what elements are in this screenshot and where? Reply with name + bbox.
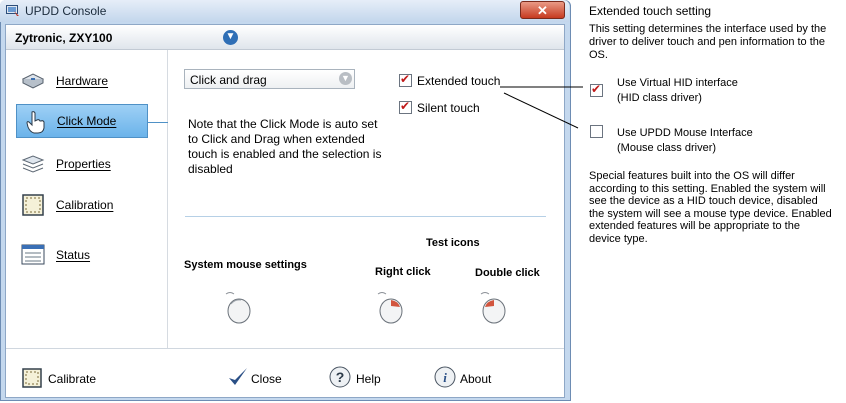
test-icons-heading: Test icons [426, 237, 480, 249]
extended-touch-checkbox[interactable] [399, 72, 412, 87]
sidebar-item-label: Status [56, 248, 91, 262]
hardware-icon [21, 73, 45, 89]
sidebar-item-label: Calibration [56, 198, 114, 212]
virtual-hid-label-line2: (HID class driver) [617, 92, 702, 104]
right-click-label: Right click [375, 266, 431, 278]
status-icon [21, 244, 45, 265]
system-mouse-icon[interactable] [222, 290, 252, 324]
window-title: UPDD Console [25, 4, 107, 18]
right-click-mouse-icon[interactable] [374, 290, 404, 324]
info-icon: i [434, 366, 456, 388]
sidebar-item-label: Click Mode [57, 114, 117, 128]
sidebar-item-label: Properties [56, 157, 111, 171]
annotation-title: Extended touch setting [589, 4, 712, 18]
virtual-hid-checkbox[interactable] [590, 82, 603, 97]
calibrate-icon [22, 368, 42, 388]
double-click-mouse-icon[interactable] [477, 290, 507, 324]
sidebar-item-calibration[interactable]: Calibration [12, 188, 150, 222]
virtual-hid-label-line1: Use Virtual HID interface [617, 77, 738, 89]
close-window-button[interactable]: ✕ [520, 1, 565, 19]
annotation-footer: Special features built into the OS will … [589, 170, 832, 245]
svg-text:i: i [443, 370, 447, 385]
help-button[interactable]: ? Help [329, 366, 389, 390]
silent-touch-checkbox[interactable] [399, 99, 412, 114]
device-dropdown-icon[interactable]: ▼ [223, 30, 238, 45]
updd-mouse-interface-checkbox[interactable] [590, 125, 603, 138]
sidebar-item-properties[interactable]: Properties [12, 147, 150, 181]
about-button[interactable]: i About [434, 366, 504, 390]
click-mode-select-value: Click and drag [190, 73, 267, 87]
calibration-icon [22, 194, 44, 216]
updd-mouse-label-line2: (Mouse class driver) [617, 142, 717, 154]
calibrate-label: Calibrate [48, 372, 97, 386]
help-label: Help [356, 372, 381, 386]
close-label: Close [251, 372, 282, 386]
close-button[interactable]: Close [228, 366, 288, 390]
sidebar-item-click-mode[interactable]: Click Mode [16, 104, 148, 138]
help-icon: ? [329, 366, 351, 388]
extended-touch-label: Extended touch [417, 74, 501, 88]
sidebar-item-hardware[interactable]: Hardware [12, 64, 150, 98]
sidebar-item-label: Hardware [56, 74, 109, 88]
updd-mouse-label-line1: Use UPDD Mouse Interface [617, 127, 753, 139]
system-mouse-settings-label: System mouse settings [184, 259, 307, 271]
footer-divider [6, 348, 564, 349]
sidebar-item-status[interactable]: Status [12, 238, 150, 272]
double-click-label: Double click [475, 267, 540, 279]
chevron-down-icon: ▼ [339, 72, 352, 85]
virtual-hid-label: Use Virtual HID interface (HID class dri… [617, 76, 738, 106]
updd-mouse-interface-label: Use UPDD Mouse Interface (Mouse class dr… [617, 126, 753, 156]
click-mode-note: Note that the Click Mode is auto set to … [188, 117, 382, 176]
silent-touch-label: Silent touch [417, 101, 480, 115]
annotation-description: This setting determines the interface us… [589, 23, 827, 61]
properties-icon [21, 155, 45, 173]
hand-pointer-icon [26, 111, 45, 134]
checkmark-icon [229, 368, 247, 385]
svg-text:?: ? [336, 369, 345, 385]
section-divider [185, 216, 546, 217]
selection-connector [148, 122, 168, 123]
app-icon [6, 5, 19, 16]
calibrate-button[interactable]: Calibrate [22, 366, 102, 390]
about-label: About [460, 372, 492, 386]
device-name: Zytronic, ZXY100 [15, 31, 113, 45]
